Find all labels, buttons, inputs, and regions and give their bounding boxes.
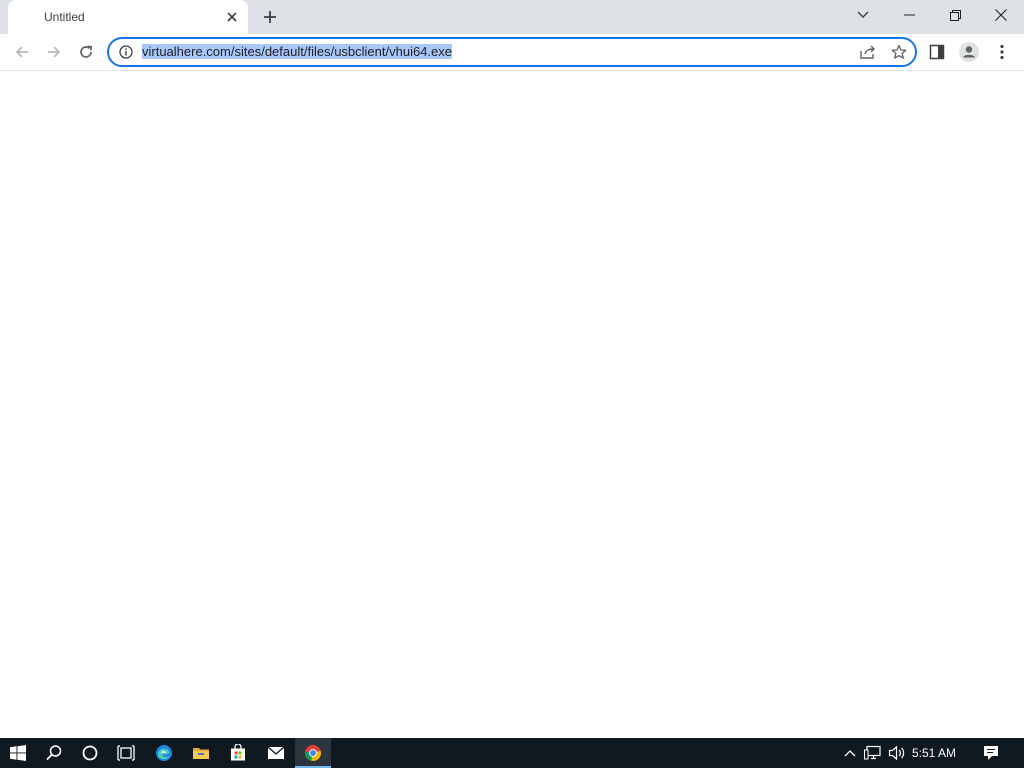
taskbar: 5:51 AM — [0, 738, 1024, 768]
address-bar[interactable]: virtualhere.com/sites/default/files/usbc… — [107, 37, 917, 67]
tab-search-chevron-icon[interactable] — [840, 0, 886, 30]
url-selection: virtualhere.com/sites/default/files/usbc… — [142, 44, 452, 59]
reload-button[interactable] — [72, 38, 100, 66]
folder-icon[interactable] — [183, 738, 219, 768]
address-bar-url[interactable]: virtualhere.com/sites/default/files/usbc… — [142, 44, 452, 60]
edge-icon[interactable] — [146, 738, 182, 768]
browser-tab[interactable]: Untitled — [8, 0, 248, 34]
new-tab-button[interactable] — [258, 5, 282, 29]
minimize-button[interactable] — [886, 0, 932, 30]
windows-logo-icon[interactable] — [0, 738, 36, 768]
cortana-circle-icon[interactable] — [72, 738, 108, 768]
page-content — [0, 71, 1024, 738]
search-icon[interactable] — [36, 738, 72, 768]
bookmark-star-icon[interactable] — [889, 43, 909, 61]
profile-avatar-icon[interactable] — [955, 38, 983, 66]
tab-title: Untitled — [44, 10, 85, 24]
store-bag-icon[interactable] — [220, 738, 256, 768]
mail-icon[interactable] — [258, 738, 294, 768]
share-icon[interactable] — [858, 43, 878, 61]
chrome-icon[interactable] — [295, 738, 331, 768]
close-window-button[interactable] — [978, 0, 1024, 30]
tab-close-icon[interactable] — [223, 8, 241, 26]
taskbar-clock[interactable]: 5:51 AM — [912, 746, 956, 760]
side-panel-icon[interactable] — [923, 38, 951, 66]
forward-button[interactable] — [40, 38, 68, 66]
site-info-icon[interactable] — [118, 44, 134, 60]
browser-toolbar: virtualhere.com/sites/default/files/usbc… — [0, 34, 1024, 71]
restore-button[interactable] — [932, 0, 978, 30]
menu-kebab-icon[interactable] — [988, 38, 1016, 66]
network-icon[interactable] — [864, 744, 882, 762]
back-button[interactable] — [8, 38, 36, 66]
show-hidden-icons-chevron-icon[interactable] — [841, 744, 859, 762]
tab-strip: Untitled — [0, 0, 1024, 34]
notification-center-icon[interactable] — [982, 744, 1000, 762]
task-view-icon[interactable] — [108, 738, 144, 768]
volume-icon[interactable] — [888, 744, 906, 762]
